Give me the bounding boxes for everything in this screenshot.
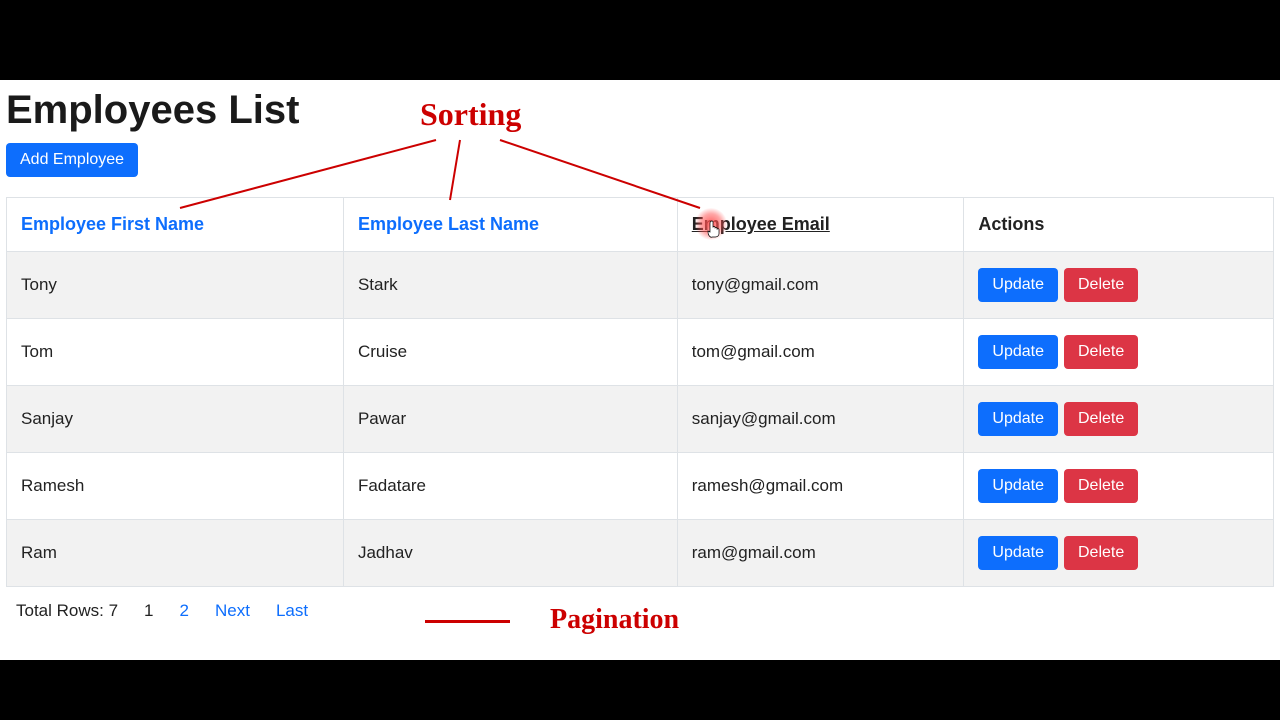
cell-first_name: Tony xyxy=(7,252,344,319)
table-row: TomCruisetom@gmail.comUpdateDelete xyxy=(7,319,1274,386)
table-row: RamJadhavram@gmail.comUpdateDelete xyxy=(7,520,1274,587)
total-rows-label: Total Rows: 7 xyxy=(16,601,118,621)
cell-first_name: Sanjay xyxy=(7,386,344,453)
table-row: TonyStarktony@gmail.comUpdateDelete xyxy=(7,252,1274,319)
cell-actions: UpdateDelete xyxy=(964,520,1274,587)
pagination-page-2[interactable]: 2 xyxy=(180,601,189,621)
pagination-next[interactable]: Next xyxy=(215,601,250,621)
cell-actions: UpdateDelete xyxy=(964,319,1274,386)
cell-actions: UpdateDelete xyxy=(964,252,1274,319)
cell-email: ramesh@gmail.com xyxy=(677,453,964,520)
cell-first_name: Ramesh xyxy=(7,453,344,520)
add-employee-button[interactable]: Add Employee xyxy=(6,143,138,177)
update-button[interactable]: Update xyxy=(978,536,1058,570)
delete-button[interactable]: Delete xyxy=(1064,536,1138,570)
update-button[interactable]: Update xyxy=(978,402,1058,436)
cell-email: tony@gmail.com xyxy=(677,252,964,319)
col-header-last-name[interactable]: Employee Last Name xyxy=(343,198,677,252)
cell-first_name: Ram xyxy=(7,520,344,587)
table-row: RameshFadatareramesh@gmail.comUpdateDele… xyxy=(7,453,1274,520)
update-button[interactable]: Update xyxy=(978,335,1058,369)
page-title: Employees List xyxy=(6,88,1274,133)
cell-email: tom@gmail.com xyxy=(677,319,964,386)
delete-button[interactable]: Delete xyxy=(1064,268,1138,302)
pagination-last[interactable]: Last xyxy=(276,601,308,621)
cell-last_name: Pawar xyxy=(343,386,677,453)
cell-email: ram@gmail.com xyxy=(677,520,964,587)
employees-table: Employee First Name Employee Last Name E… xyxy=(6,197,1274,587)
cell-last_name: Cruise xyxy=(343,319,677,386)
col-header-first-name[interactable]: Employee First Name xyxy=(7,198,344,252)
cell-last_name: Jadhav xyxy=(343,520,677,587)
cell-last_name: Fadatare xyxy=(343,453,677,520)
delete-button[interactable]: Delete xyxy=(1064,402,1138,436)
table-row: SanjayPawarsanjay@gmail.comUpdateDelete xyxy=(7,386,1274,453)
pagination-bar: Total Rows: 7 1 2 Next Last xyxy=(6,601,1274,621)
update-button[interactable]: Update xyxy=(978,268,1058,302)
delete-button[interactable]: Delete xyxy=(1064,469,1138,503)
cell-actions: UpdateDelete xyxy=(964,386,1274,453)
cell-email: sanjay@gmail.com xyxy=(677,386,964,453)
pagination-page-1: 1 xyxy=(144,601,153,621)
cell-actions: UpdateDelete xyxy=(964,453,1274,520)
cell-first_name: Tom xyxy=(7,319,344,386)
update-button[interactable]: Update xyxy=(978,469,1058,503)
col-header-email[interactable]: Employee Email xyxy=(677,198,964,252)
cell-last_name: Stark xyxy=(343,252,677,319)
delete-button[interactable]: Delete xyxy=(1064,335,1138,369)
col-header-actions: Actions xyxy=(964,198,1274,252)
